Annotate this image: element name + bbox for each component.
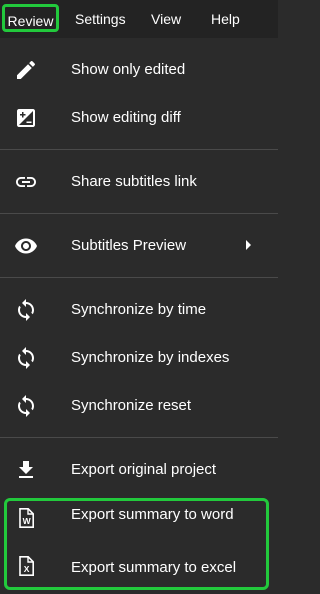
menu-item-label: Show editing diff xyxy=(71,109,181,126)
word-letter: W xyxy=(23,516,32,526)
menu-divider xyxy=(0,437,278,438)
menu-item-label: Export original project xyxy=(71,461,217,478)
menu-item-label: Export summary to excel xyxy=(71,559,237,576)
menu-divider xyxy=(0,149,278,150)
menu-item-subtitles-preview[interactable]: Subtitles Preview xyxy=(0,222,278,270)
sync-icon xyxy=(14,394,38,418)
menu-item-label: Show only edited xyxy=(71,61,186,78)
menu-review[interactable]: Review xyxy=(2,4,59,32)
menu-item-synchronize-by-indexes[interactable]: Synchronize by indexes xyxy=(0,334,278,382)
menu-item-synchronize-reset[interactable]: Synchronize reset xyxy=(0,382,278,430)
submenu-arrow-icon xyxy=(246,240,251,250)
menu-item-synchronize-by-time[interactable]: Synchronize by time xyxy=(0,286,278,334)
menu-item-label: Synchronize reset xyxy=(71,397,192,414)
download-icon xyxy=(14,458,38,482)
link-icon xyxy=(14,170,38,194)
menu-item-label: Synchronize by time xyxy=(71,301,207,318)
menu-help[interactable]: Help xyxy=(211,9,240,29)
menu-item-label: Share subtitles link xyxy=(71,173,197,190)
menu-item-export-original-project[interactable]: Export original project xyxy=(0,446,278,494)
pencil-icon xyxy=(14,58,38,82)
excel-letter: X xyxy=(24,564,30,574)
menu-item-show-editing-diff[interactable]: Show editing diff xyxy=(0,94,278,142)
sync-icon xyxy=(14,298,38,322)
sync-icon xyxy=(14,346,38,370)
menu-item-export-summary-to-word[interactable]: W Export summary to word xyxy=(0,494,278,542)
word-file-icon: W xyxy=(14,506,38,530)
menu-divider xyxy=(0,213,278,214)
eye-icon xyxy=(14,234,38,258)
menu-item-label: Synchronize by indexes xyxy=(71,349,230,366)
menu-item-label: Subtitles Preview xyxy=(71,237,187,254)
menu-item-share-subtitles-link[interactable]: Share subtitles link xyxy=(0,158,278,206)
menu-divider xyxy=(0,277,278,278)
menu-bar: Review Settings View Help xyxy=(0,0,278,38)
menu-item-show-only-edited[interactable]: Show only edited xyxy=(0,46,278,94)
menu-view[interactable]: View xyxy=(151,9,181,29)
menu-item-export-summary-to-excel[interactable]: X Export summary to excel xyxy=(0,542,278,590)
menu-item-label: Export summary to word xyxy=(71,506,234,523)
excel-file-icon: X xyxy=(14,554,38,578)
menu-settings[interactable]: Settings xyxy=(75,9,126,29)
diff-icon xyxy=(14,106,38,130)
